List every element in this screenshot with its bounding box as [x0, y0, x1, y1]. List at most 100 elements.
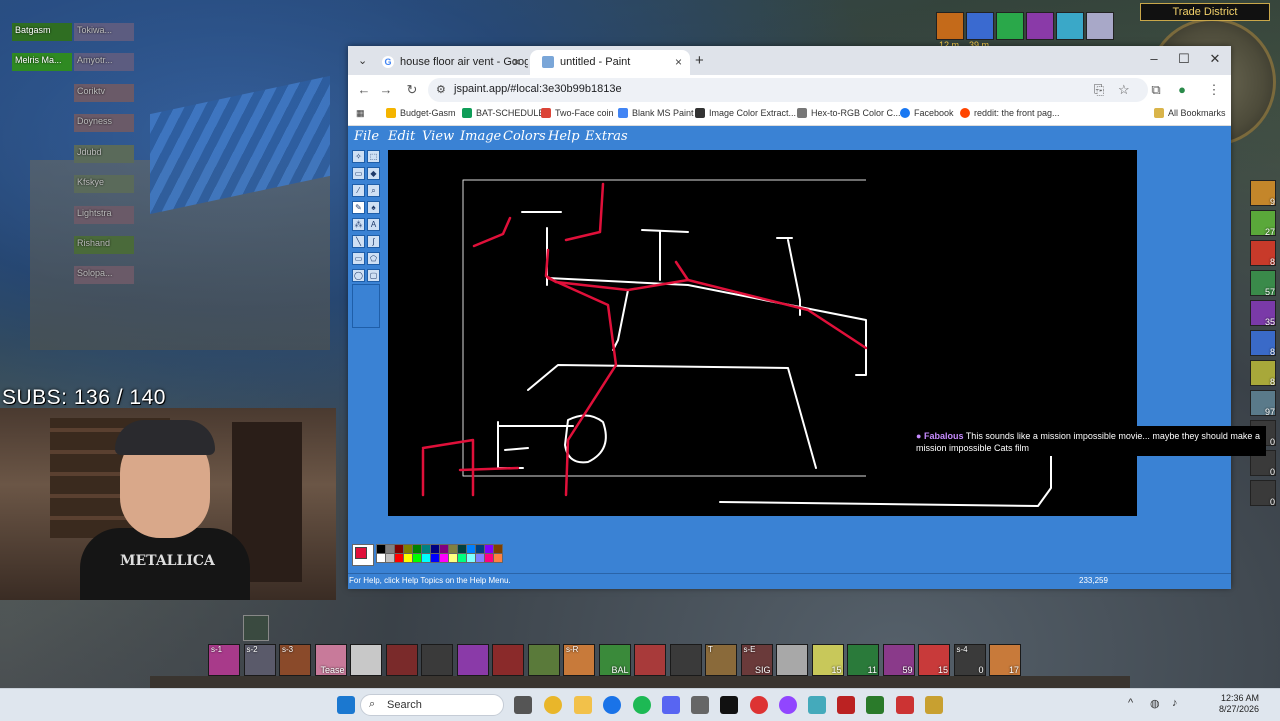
color-picker-icon[interactable]: ⁄	[352, 184, 365, 197]
action-button[interactable]: s-2	[243, 644, 276, 676]
sidebar-ability-icon[interactable]: 0	[1250, 480, 1276, 507]
raid-frame-member[interactable]: Lightstra	[74, 206, 134, 224]
fill-bucket-icon[interactable]: ◆	[367, 167, 380, 180]
install-app-icon[interactable]: ⎘	[1094, 82, 1104, 98]
bookmark-reddit[interactable]: reddit: the front pag...	[960, 108, 1060, 118]
ring-app-icon[interactable]	[779, 696, 797, 714]
spotify-icon[interactable]	[633, 696, 651, 714]
close-tab-icon[interactable]: ×	[675, 55, 682, 69]
raid-frame-member[interactable]: Tokiwa...	[74, 23, 134, 41]
apps-grid-icon[interactable]: ▦	[356, 108, 365, 119]
chrome-icon[interactable]	[544, 696, 562, 714]
sidebar-ability-icon[interactable]: 8	[1250, 240, 1276, 267]
minimize-icon[interactable]: –	[1144, 51, 1164, 66]
magnifier-icon[interactable]: ⌕	[367, 184, 380, 197]
action-button[interactable]	[492, 644, 524, 676]
action-button[interactable]: 17	[989, 644, 1021, 676]
bookmark-star-icon[interactable]: ☆	[1118, 82, 1130, 98]
close-window-icon[interactable]: ✕	[1205, 51, 1225, 67]
start-icon[interactable]	[337, 696, 355, 714]
site-info-icon[interactable]: ⚙	[436, 83, 446, 96]
menu-image[interactable]: Image	[460, 129, 501, 144]
buff-icon[interactable]	[1026, 12, 1054, 40]
text-icon[interactable]: A	[367, 218, 380, 231]
new-tab-icon[interactable]: +	[695, 52, 704, 69]
bookmark-bat-schedule[interactable]: BAT-SCHEDULE	[462, 108, 544, 118]
address-bar[interactable]: ⚙ jspaint.app/#local:3e30b99b1813e ⎘ ☆	[428, 78, 1148, 102]
calculator-icon[interactable]	[691, 696, 709, 714]
action-button[interactable]	[456, 644, 489, 676]
raid-frame-member[interactable]: Rishand	[74, 236, 134, 254]
raid-frame-member[interactable]: Melris Ma...	[12, 53, 72, 71]
action-button[interactable]: s-3	[279, 644, 311, 676]
file-explorer-icon[interactable]	[574, 696, 592, 714]
close-tab-icon[interactable]: ×	[513, 55, 520, 69]
capcut-icon[interactable]	[720, 696, 738, 714]
sidebar-ability-icon[interactable]: 97	[1250, 390, 1276, 417]
action-button[interactable]: s-1	[208, 644, 240, 676]
buff-icon[interactable]	[1086, 12, 1114, 40]
edge-icon[interactable]	[603, 696, 621, 714]
bookmark-facebook[interactable]: Facebook	[900, 108, 954, 118]
action-button[interactable]: s-4 0	[953, 644, 986, 676]
reload-icon[interactable]: ↻	[404, 82, 420, 98]
palette-swatch[interactable]	[493, 553, 503, 563]
free-select-icon[interactable]: ✧	[352, 150, 365, 163]
maximize-icon[interactable]: ☐	[1174, 51, 1194, 67]
buff-icon[interactable]	[966, 12, 994, 40]
all-bookmarks[interactable]: All Bookmarks	[1154, 108, 1226, 118]
line-icon[interactable]: ╲	[352, 235, 365, 248]
bookmark-hex-to-rgb[interactable]: Hex-to-RGB Color C...	[797, 108, 901, 118]
sidebar-ability-icon[interactable]: 35	[1250, 300, 1276, 327]
wow-icon[interactable]	[925, 696, 943, 714]
menu-edit[interactable]: Edit	[388, 129, 415, 144]
bookmark-image-color-extract[interactable]: Image Color Extract...	[695, 108, 796, 118]
polygon-icon[interactable]: ⬠	[367, 252, 380, 265]
action-button[interactable]: 11	[847, 644, 879, 676]
action-button[interactable]: BAL	[598, 644, 631, 676]
menu-view[interactable]: View	[422, 129, 454, 144]
action-button[interactable]: 59	[882, 644, 915, 676]
action-button[interactable]: 15	[918, 644, 950, 676]
taskbar-search[interactable]: ⌕ Search	[360, 694, 504, 716]
sidebar-ability-icon[interactable]: 8	[1250, 330, 1276, 357]
buff-icon[interactable]	[1056, 12, 1084, 40]
tray-chevron-icon[interactable]: ^	[1128, 697, 1133, 709]
tool-options[interactable]	[352, 284, 380, 328]
action-button[interactable]: 15	[811, 644, 844, 676]
raid-frame-member[interactable]: Batgasm	[12, 23, 72, 41]
action-button[interactable]	[421, 644, 453, 676]
action-button[interactable]	[776, 644, 808, 676]
sidebar-ability-icon[interactable]: 57	[1250, 270, 1276, 297]
menu-extras[interactable]: Extras	[585, 129, 628, 144]
rounded-rect-icon[interactable]: ▢	[367, 269, 380, 282]
profile-icon[interactable]: ●	[1174, 82, 1190, 97]
notepad-icon[interactable]	[808, 696, 826, 714]
nvidia-icon[interactable]	[866, 696, 884, 714]
rect-select-icon[interactable]: ⬚	[367, 150, 380, 163]
raid-frame-member[interactable]: Amyotr...	[74, 53, 134, 71]
action-button[interactable]: s-R	[563, 644, 595, 676]
network-icon[interactable]: ◍	[1150, 697, 1160, 710]
action-button[interactable]	[385, 644, 418, 676]
raid-frame-member[interactable]: Jdubd	[74, 145, 134, 163]
action-button[interactable]: T	[705, 644, 737, 676]
raid-frame-member[interactable]: Coriktv	[74, 84, 134, 102]
menu-kebab-icon[interactable]: ⋮	[1206, 82, 1222, 98]
raid-frame-member[interactable]: Kfskye	[74, 175, 134, 193]
action-button[interactable]: Tease	[314, 644, 347, 676]
battlenet-icon[interactable]	[837, 696, 855, 714]
menu-file[interactable]: File	[354, 129, 379, 144]
eraser-icon[interactable]: ▭	[352, 167, 365, 180]
action-button[interactable]	[350, 644, 382, 676]
back-icon[interactable]: ←	[356, 82, 372, 97]
action-button[interactable]: s-E SIG	[740, 644, 773, 676]
airbrush-icon[interactable]: ⁂	[352, 218, 365, 231]
menu-help[interactable]: Help	[548, 129, 580, 144]
action-button[interactable]	[669, 644, 702, 676]
bookmark-two-face-coin[interactable]: Two-Face coin	[541, 108, 614, 118]
forward-icon[interactable]: →	[378, 82, 394, 97]
drawing-canvas[interactable]: ● Fabalous This sounds like a mission im…	[388, 150, 1266, 516]
bookmark-blank-ms-paint[interactable]: Blank MS Paint	[618, 108, 694, 118]
ellipse-icon[interactable]: ◯	[352, 269, 365, 282]
